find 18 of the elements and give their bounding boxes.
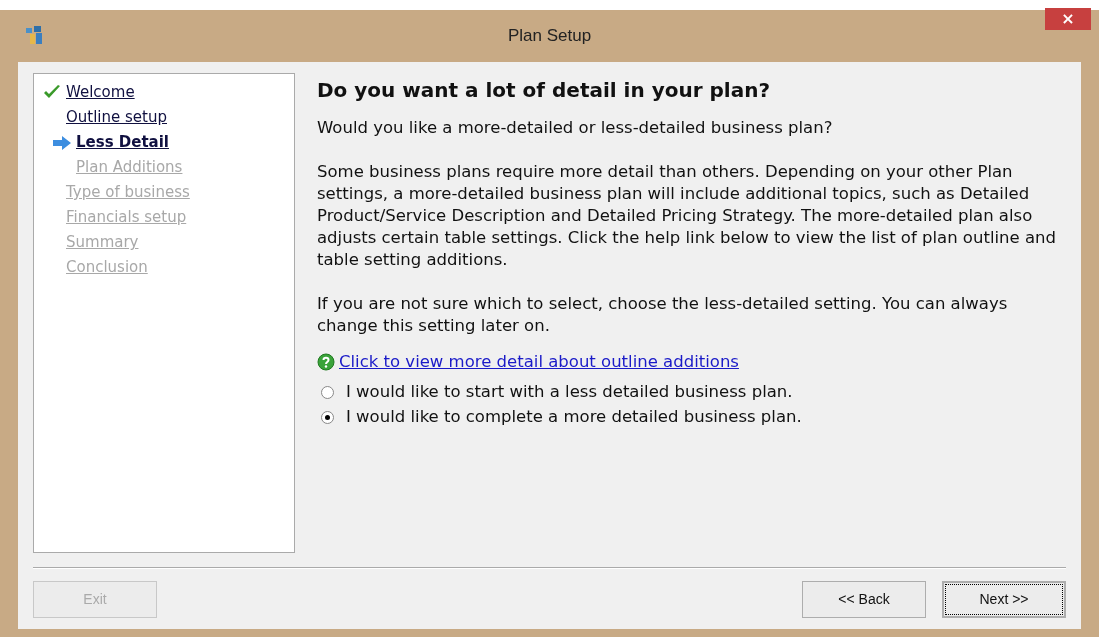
- option-label: I would like to start with a less detailed business plan.: [346, 381, 793, 403]
- help-icon: [317, 353, 335, 371]
- page-heading: Do you want a lot of detail in your plan?: [317, 79, 772, 101]
- body-paragraph: Some business plans require more detail than others. Depending on your other Plan settings, a more-detailed business plan will include additional topics, such as Detailed Product/Service Description and Detailed Pricing Strategy. The more-detailed plan also adjusts certain table settings. Click the help link below to view the list of plan outline and table setting additions.: [317, 161, 1057, 271]
- option-label: I would like to complete a more detailed business plan.: [346, 406, 802, 428]
- arrow-icon: [52, 136, 72, 150]
- dialog-button[interactable]: << Back: [802, 580, 926, 618]
- radio-button[interactable]: [321, 385, 334, 399]
- window-title: Plan Setup: [507, 25, 592, 48]
- body-paragraph: If you are not sure which to select, choose the less-detailed setting. You can always change this setting later on.: [317, 293, 1009, 337]
- step-link[interactable]: Less Detail: [76, 131, 169, 154]
- radio-button[interactable]: [321, 410, 334, 424]
- dialog-button[interactable]: Next >>: [942, 580, 1066, 618]
- body-paragraph: Would you like a more-detailed or less-detailed business plan?: [317, 117, 834, 139]
- help-link[interactable]: Click to view more detail about outline additions: [339, 351, 739, 373]
- step-link[interactable]: Outline setup: [66, 106, 167, 129]
- step-link[interactable]: Welcome: [66, 81, 135, 104]
- close-button[interactable]: ×: [1045, 8, 1091, 30]
